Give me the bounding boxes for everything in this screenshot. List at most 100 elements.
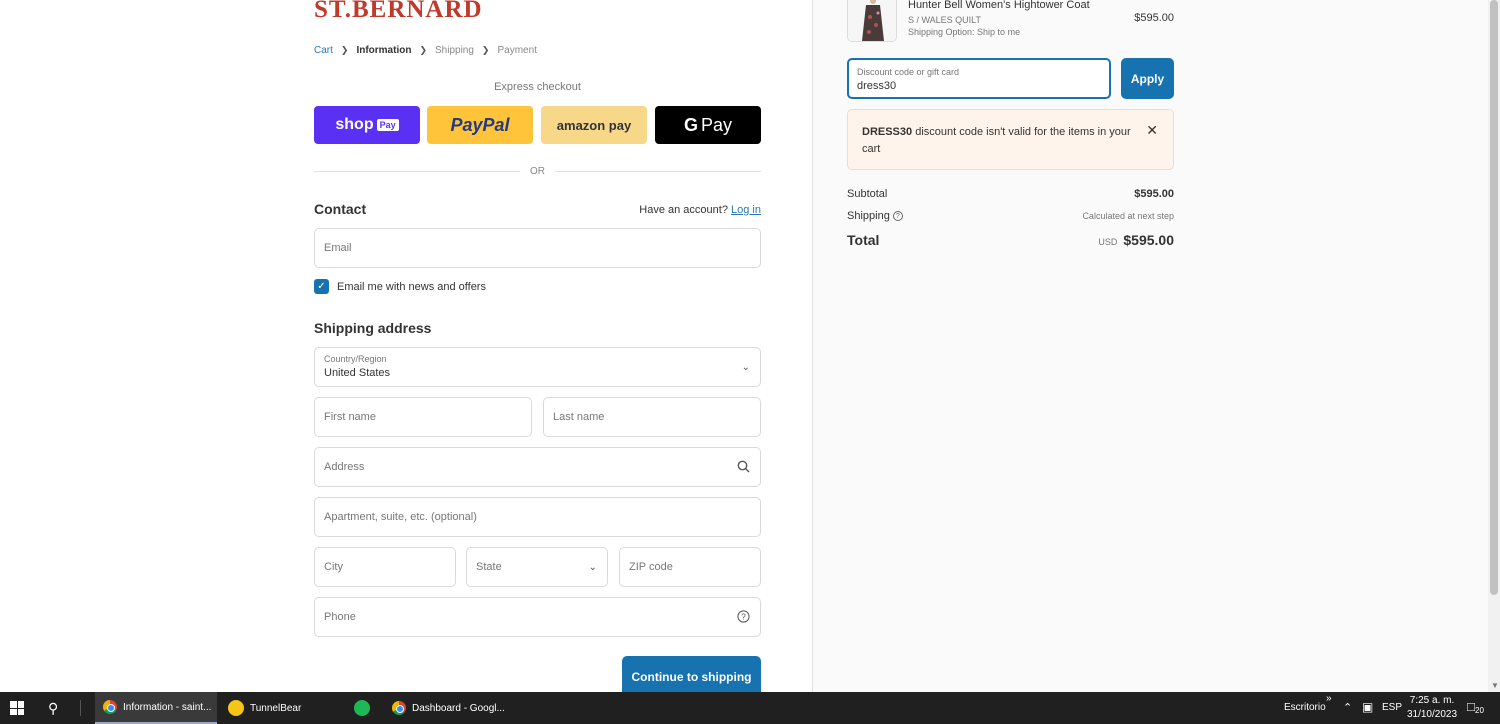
taskbar-item-spotify[interactable] (346, 692, 382, 724)
paypal-button[interactable]: PayPal (427, 106, 533, 144)
shop-pay-label: shop (335, 116, 374, 133)
taskbar-item-label: TunnelBear (250, 702, 302, 714)
city-placeholder: City (324, 561, 343, 573)
total-row: Total USD $595.00 (847, 232, 1174, 248)
breadcrumb-payment: Payment (497, 45, 537, 56)
info-icon[interactable]: ? (892, 211, 903, 222)
close-icon[interactable]: ✕ (1146, 122, 1158, 139)
state-placeholder: State (476, 561, 502, 573)
phone-placeholder: Phone (324, 611, 356, 623)
system-clock[interactable]: 7:25 a. m. 31/10/2023 (1405, 694, 1459, 722)
chevron-right-icon: ❯ (481, 45, 490, 55)
store-logo[interactable]: ST.BERNARD (314, 0, 483, 24)
product-shipping-option: Shipping Option: Ship to me (908, 27, 1021, 37)
first-name-field[interactable]: First name (314, 397, 532, 437)
notification-icon[interactable]: □ (1467, 699, 1475, 714)
first-name-placeholder: First name (324, 411, 376, 423)
have-account-label: Have an account? (639, 204, 728, 216)
or-divider: OR (314, 166, 761, 177)
chrome-icon (103, 700, 117, 714)
zip-field[interactable]: ZIP code (619, 547, 761, 587)
login-link[interactable]: Log in (731, 204, 761, 216)
error-code: DRESS30 (862, 126, 913, 138)
shop-pay-tag: Pay (376, 119, 399, 131)
clock-time: 7:25 a. m. (1409, 695, 1455, 706)
order-summary-column (813, 0, 1488, 692)
phone-field[interactable]: Phone ? (314, 597, 761, 637)
total-amount: USD $595.00 (1098, 232, 1174, 248)
country-select[interactable]: Country/Region United States ⌄ (314, 347, 761, 387)
taskbar-item-tunnelbear[interactable]: TunnelBear (220, 692, 342, 724)
news-offers-checkbox[interactable]: ✓ (314, 279, 329, 294)
last-name-placeholder: Last name (553, 411, 605, 423)
tunnelbear-icon (228, 700, 244, 716)
total-value: $595.00 (1123, 232, 1174, 248)
chevron-right-icon: ❯ (340, 45, 349, 55)
or-text: OR (530, 166, 545, 177)
shipping-value: Calculated at next step (1082, 211, 1174, 221)
address-field[interactable]: Address (314, 447, 761, 487)
product-price: $595.00 (1134, 12, 1174, 24)
state-select[interactable]: State ⌄ (466, 547, 608, 587)
page-scrollbar[interactable]: ▼ (1488, 0, 1500, 692)
desktop-toolbar-label[interactable]: Escritorio (1284, 702, 1326, 713)
last-name-field[interactable]: Last name (543, 397, 761, 437)
shipping-row: Shipping? Calculated at next step (847, 210, 1174, 222)
subtotal-row: Subtotal $595.00 (847, 188, 1174, 200)
news-offers-row[interactable]: ✓ Email me with news and offers (314, 279, 486, 294)
google-pay-button[interactable]: G Pay (655, 106, 761, 144)
address-placeholder: Address (324, 461, 365, 473)
contact-title: Contact (314, 201, 367, 217)
subtotal-value: $595.00 (1134, 188, 1174, 200)
total-label: Total (847, 232, 880, 248)
clock-date: 31/10/2023 (1406, 709, 1458, 720)
chrome-icon (392, 701, 406, 715)
shipping-label-wrap: Shipping? (847, 210, 903, 222)
country-value: United States (324, 367, 391, 379)
google-pay-label: Pay (700, 114, 733, 135)
windows-start-icon[interactable] (10, 701, 24, 715)
product-title: Hunter Bell Women's Hightower Coat (908, 0, 1090, 11)
expand-toolbar-icon[interactable]: » (1326, 693, 1332, 704)
email-placeholder: Email (324, 242, 352, 254)
zip-placeholder: ZIP code (629, 561, 673, 573)
have-account-text: Have an account? Log in (600, 204, 761, 216)
apartment-field[interactable]: Apartment, suite, etc. (optional) (314, 497, 761, 537)
amazon-pay-button[interactable]: amazon pay (541, 106, 647, 144)
email-field[interactable]: Email (314, 228, 761, 268)
chevron-down-icon: ⌄ (588, 562, 597, 573)
paypal-label: PayPal (450, 114, 510, 135)
scrollbar-thumb[interactable] (1490, 0, 1498, 595)
subtotal-label: Subtotal (847, 188, 888, 200)
discount-value: dress30 (857, 80, 897, 92)
discount-code-input[interactable]: Discount code or gift card dress30 (847, 58, 1111, 99)
notification-count: 20 (1475, 706, 1484, 715)
amazon-pay-label: amazon pay (556, 117, 632, 133)
apply-discount-button[interactable]: Apply (1121, 58, 1174, 99)
network-icon[interactable]: ▣ (1362, 700, 1373, 714)
breadcrumb-cart[interactable]: Cart (314, 45, 333, 56)
scroll-down-arrow-icon[interactable]: ▼ (1491, 681, 1499, 690)
taskbar-item-chrome-information[interactable]: Information - saint... (95, 692, 217, 724)
help-icon[interactable]: ? (737, 610, 750, 626)
product-thumbnail (847, 0, 897, 42)
breadcrumb-information: Information (356, 45, 412, 56)
total-currency: USD (1098, 237, 1118, 247)
shipping-address-title: Shipping address (314, 320, 432, 336)
chevron-down-icon: ⌄ (741, 362, 750, 373)
search-icon (737, 460, 750, 476)
google-g-icon: G (683, 114, 698, 135)
city-field[interactable]: City (314, 547, 456, 587)
windows-taskbar: ⚲ Information - saint... TunnelBear Dash… (0, 692, 1500, 724)
chevron-right-icon: ❯ (419, 45, 427, 55)
taskbar-item-label: Information - saint... (123, 701, 212, 713)
taskbar-item-label: Dashboard - Googl... (412, 702, 505, 714)
language-indicator[interactable]: ESP (1382, 702, 1402, 713)
continue-to-shipping-button[interactable]: Continue to shipping (622, 656, 761, 692)
hidden-icons-chevron-up-icon[interactable]: ⌃ (1343, 701, 1352, 714)
shop-pay-button[interactable]: shop Pay (314, 106, 420, 144)
taskbar-item-chrome-dashboard[interactable]: Dashboard - Googl... (384, 692, 506, 724)
discount-error-banner: DRESS30 discount code isn't valid for th… (847, 109, 1174, 170)
search-icon[interactable]: ⚲ (48, 700, 58, 717)
breadcrumb-shipping: Shipping (435, 45, 474, 56)
